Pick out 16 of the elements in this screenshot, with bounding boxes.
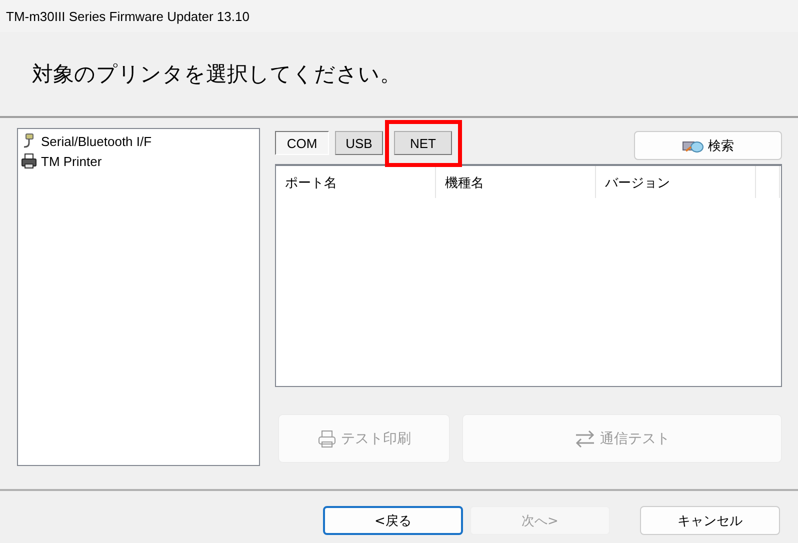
swap-arrows-icon <box>574 430 596 448</box>
tab[interactable]: USB <box>335 131 383 155</box>
column-header[interactable]: バージョン <box>596 166 756 198</box>
column-header[interactable]: 機種名 <box>436 166 596 198</box>
tab[interactable]: NET <box>394 131 452 155</box>
printer-icon <box>317 430 337 448</box>
tab[interactable]: COM <box>275 131 329 155</box>
page-heading: 対象のプリンタを選択してください。 <box>32 61 401 88</box>
tree-item[interactable]: TM Printer <box>41 154 102 168</box>
search-button[interactable]: 検索 <box>634 131 782 160</box>
column-header[interactable]: ポート名 <box>276 166 436 198</box>
printer-icon <box>21 153 37 169</box>
window-title: TM-m30III Series Firmware Updater 13.10 <box>6 8 250 24</box>
dialog-button[interactable]: <戻る <box>323 506 463 535</box>
dialog-button[interactable]: キャンセル <box>640 506 780 535</box>
tree-item[interactable]: Serial/Bluetooth I/F <box>41 134 152 148</box>
